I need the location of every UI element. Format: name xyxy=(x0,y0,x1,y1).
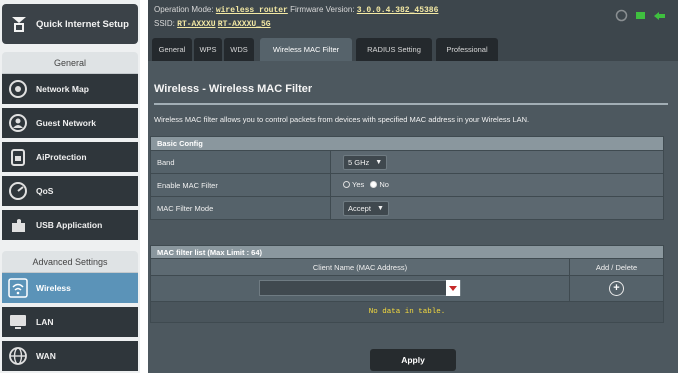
tab-wps[interactable]: WPS xyxy=(194,38,222,61)
general-section-header: General xyxy=(2,52,138,74)
sidebar-item-label: USB Application xyxy=(36,220,103,230)
printer-status-icon[interactable] xyxy=(634,9,647,22)
yes-label: Yes xyxy=(352,180,365,189)
guest-network-icon xyxy=(9,114,27,132)
tab-bar: General WPS WDS Wireless MAC Filter RADI… xyxy=(148,33,678,61)
add-icon[interactable]: + xyxy=(609,281,624,296)
mac-list-header: MAC filter list (Max Limit : 64) xyxy=(150,245,664,259)
add-delete-column-header: Add / Delete xyxy=(569,258,664,276)
sidebar-item-label: Guest Network xyxy=(36,118,96,128)
mac-filter-mode-label: MAC Filter Mode xyxy=(150,196,331,220)
sidebar-item-aiprotection[interactable]: AiProtection xyxy=(2,142,138,174)
sidebar-item-wan[interactable]: WAN xyxy=(2,341,138,373)
sidebar-item-label: QoS xyxy=(36,186,54,196)
client-input-cell xyxy=(150,275,570,302)
sidebar-item-wireless[interactable]: Wireless xyxy=(2,273,138,305)
title-divider xyxy=(154,103,668,105)
usb-status-icon[interactable] xyxy=(615,9,628,22)
op-mode-link[interactable]: wireless router xyxy=(216,6,288,15)
mode-value: Accept xyxy=(348,203,371,213)
ssid-24g-link[interactable]: RT-AXXXU xyxy=(177,20,215,29)
page-description: Wireless MAC filter allows you to contro… xyxy=(154,115,530,124)
page-title: Wireless - Wireless MAC Filter xyxy=(154,83,313,95)
radio-unchecked-icon xyxy=(343,181,350,188)
sidebar-item-qos[interactable]: QoS xyxy=(2,176,138,208)
basic-config-table: Basic Config Band 5 GHz ▼ Enable MAC Fil… xyxy=(150,136,664,220)
ssid-5g-link[interactable]: RT-AXXXU_5G xyxy=(218,20,271,29)
enable-mac-filter-label: Enable MAC Filter xyxy=(150,173,331,197)
wifi-icon xyxy=(8,278,28,298)
firmware-link[interactable]: 3.0.0.4.382_45386 xyxy=(357,6,439,15)
tab-radius-setting[interactable]: RADIUS Setting xyxy=(356,38,432,61)
no-label: No xyxy=(379,180,389,189)
sidebar-item-usb-application[interactable]: USB Application xyxy=(2,210,138,242)
chevron-down-icon: ▼ xyxy=(375,158,383,166)
mac-filter-mode-cell: Accept ▼ xyxy=(330,196,664,220)
ssid-line: SSID: RT-AXXXU RT-AXXXU_5G xyxy=(154,19,271,29)
network-map-icon xyxy=(9,80,27,98)
sidebar-item-label: Wireless xyxy=(36,283,71,293)
status-icons xyxy=(615,9,666,22)
dropdown-arrow-icon[interactable] xyxy=(446,280,460,296)
status-bar: Operation Mode: wireless router Firmware… xyxy=(148,0,678,33)
apply-button[interactable]: Apply xyxy=(370,349,456,371)
monitor-icon xyxy=(10,315,26,329)
globe-icon xyxy=(9,347,27,365)
tab-wds[interactable]: WDS xyxy=(224,38,254,61)
quick-setup-label: Quick Internet Setup xyxy=(36,18,129,30)
quick-setup-icon xyxy=(12,17,26,32)
ssid-label: SSID: xyxy=(154,19,175,28)
tab-professional[interactable]: Professional xyxy=(436,38,498,61)
radio-checked-icon xyxy=(370,181,378,188)
empty-table-message: No data in table. xyxy=(150,301,664,323)
band-value: 5 GHz xyxy=(348,157,370,167)
op-mode-label: Operation Mode: xyxy=(154,5,214,14)
band-cell: 5 GHz ▼ xyxy=(330,150,664,174)
sidebar-item-label: AiProtection xyxy=(36,152,87,162)
quick-internet-setup-button[interactable]: Quick Internet Setup xyxy=(2,4,138,44)
gauge-icon xyxy=(9,182,27,200)
sidebar: Quick Internet Setup General Network Map… xyxy=(0,0,140,373)
operation-mode-line: Operation Mode: wireless router Firmware… xyxy=(154,5,438,15)
mac-filter-list-table: MAC filter list (Max Limit : 64) Client … xyxy=(150,245,664,323)
enable-yes-radio[interactable]: Yes xyxy=(343,180,364,189)
sidebar-item-label: Network Map xyxy=(36,84,89,94)
band-select[interactable]: 5 GHz ▼ xyxy=(343,154,388,170)
enable-mac-filter-cell: Yes No xyxy=(330,173,664,197)
mac-filter-mode-select[interactable]: Accept ▼ xyxy=(343,200,389,216)
sidebar-item-network-map[interactable]: Network Map xyxy=(2,74,138,106)
client-mac-input[interactable] xyxy=(260,281,266,295)
add-cell: + xyxy=(569,275,664,302)
band-label: Band xyxy=(150,150,331,174)
sidebar-item-lan[interactable]: LAN xyxy=(2,307,138,339)
main-panel: Wireless - Wireless MAC Filter Wireless … xyxy=(148,61,678,373)
client-mac-combobox[interactable] xyxy=(259,280,461,296)
puzzle-icon xyxy=(12,219,25,232)
firmware-label: Firmware Version: xyxy=(290,5,355,14)
sidebar-item-guest-network[interactable]: Guest Network xyxy=(2,108,138,140)
tab-wireless-mac-filter[interactable]: Wireless MAC Filter xyxy=(260,38,352,61)
advanced-section-header: Advanced Settings xyxy=(2,251,138,273)
sidebar-item-label: WAN xyxy=(36,351,56,361)
sidebar-item-label: LAN xyxy=(36,317,54,327)
chevron-down-icon: ▼ xyxy=(376,204,384,212)
client-name-column-header: Client Name (MAC Address) xyxy=(150,258,570,276)
tab-general[interactable]: General xyxy=(152,38,192,61)
enable-no-radio[interactable]: No xyxy=(370,180,389,189)
lock-icon xyxy=(11,149,25,166)
basic-config-header: Basic Config xyxy=(150,136,664,151)
internet-status-icon[interactable] xyxy=(653,9,666,22)
